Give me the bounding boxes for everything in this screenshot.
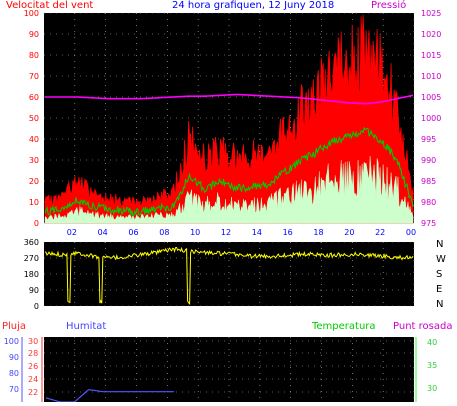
direction-tick-label: 360 — [24, 238, 39, 247]
direction-tick-label: 0 — [34, 302, 39, 311]
legend-humidity: Humitat — [66, 321, 107, 332]
right-tick-label: 1005 — [421, 93, 441, 102]
chart-canvas: 0 97510 98020 98530 99040 99550 100060 100570 10… — [0, 0, 457, 403]
right-tick-label: 980 — [421, 198, 436, 207]
rain-tick-label: 22 — [28, 388, 38, 397]
temperature-tick-label: 40 — [427, 338, 437, 347]
legend-rain: Pluja — [2, 321, 27, 332]
left-tick-label: 10 — [29, 198, 39, 207]
right-tick-label: 995 — [421, 135, 436, 144]
right-tick-label: 1010 — [421, 72, 441, 81]
pressure-title: Pressió — [371, 0, 407, 11]
weather-graph: 0 975 10 980 20 985 30 990 40 995 50 1000 60 1005 70 10… — [0, 0, 457, 403]
left-tick-label: 80 — [29, 51, 39, 60]
right-tick-label: 985 — [421, 177, 436, 186]
humidity-tick-label: 100 — [4, 337, 19, 346]
direction-tick-label: 90 — [29, 286, 39, 295]
rain-tick-label: 26 — [28, 362, 38, 371]
rain-tick-label: 30 — [28, 337, 38, 346]
humidity-tick-label: 90 — [9, 353, 19, 362]
direction-letter: W — [436, 254, 446, 265]
left-tick-label: 50 — [29, 114, 39, 123]
x-tick-label: 12 — [221, 228, 231, 237]
humidity-tick-label: 70 — [9, 385, 19, 394]
left-tick-label: 20 — [29, 177, 39, 186]
direction-letter: S — [436, 269, 443, 280]
x-tick-label: 04 — [98, 228, 108, 237]
x-tick-label: 20 — [344, 228, 354, 237]
right-tick-label: 1000 — [421, 114, 441, 123]
humidity-tick-label: 80 — [9, 369, 19, 378]
left-tick-label: 60 — [29, 93, 39, 102]
left-tick-label: 70 — [29, 72, 39, 81]
x-tick-label: 08 — [159, 228, 169, 237]
left-tick-label: 40 — [29, 135, 39, 144]
wind-speed-title: Velocitat del vent — [6, 0, 94, 11]
direction-tick-label: 270 — [24, 254, 39, 263]
x-tick-label: 16 — [283, 228, 293, 237]
rain-tick-label: 28 — [28, 349, 38, 358]
x-tick-label: 18 — [313, 228, 323, 237]
right-tick-label: 975 — [421, 219, 436, 228]
x-tick-label: 00 — [406, 228, 416, 237]
humidity-panel — [44, 337, 414, 402]
direction-tick-label: 180 — [24, 270, 39, 279]
temperature-tick-label: 30 — [427, 384, 437, 393]
rain-tick-label: 24 — [28, 375, 38, 384]
legend-temperature: Temperatura — [312, 321, 376, 332]
left-tick-label: 90 — [29, 30, 39, 39]
x-tick-label: 14 — [252, 228, 262, 237]
x-tick-label: 06 — [128, 228, 138, 237]
temperature-tick-label: 35 — [427, 361, 437, 370]
right-tick-label: 1015 — [421, 51, 441, 60]
direction-letter: N — [436, 299, 444, 310]
right-tick-label: 1020 — [421, 30, 441, 39]
left-tick-label: 0 — [34, 219, 39, 228]
chart-title: 24 hora grafiquen, 12 Juny 2018 — [172, 0, 335, 11]
x-tick-label: 22 — [375, 228, 385, 237]
legend-dewpoint: Punt rosada — [393, 321, 453, 332]
x-tick-label: 02 — [67, 228, 77, 237]
direction-letter: E — [436, 284, 443, 295]
direction-letter: N — [436, 239, 444, 250]
left-tick-label: 30 — [29, 156, 39, 165]
x-tick-label: 10 — [190, 228, 200, 237]
right-tick-label: 990 — [421, 156, 436, 165]
right-tick-label: 1025 — [421, 9, 441, 18]
